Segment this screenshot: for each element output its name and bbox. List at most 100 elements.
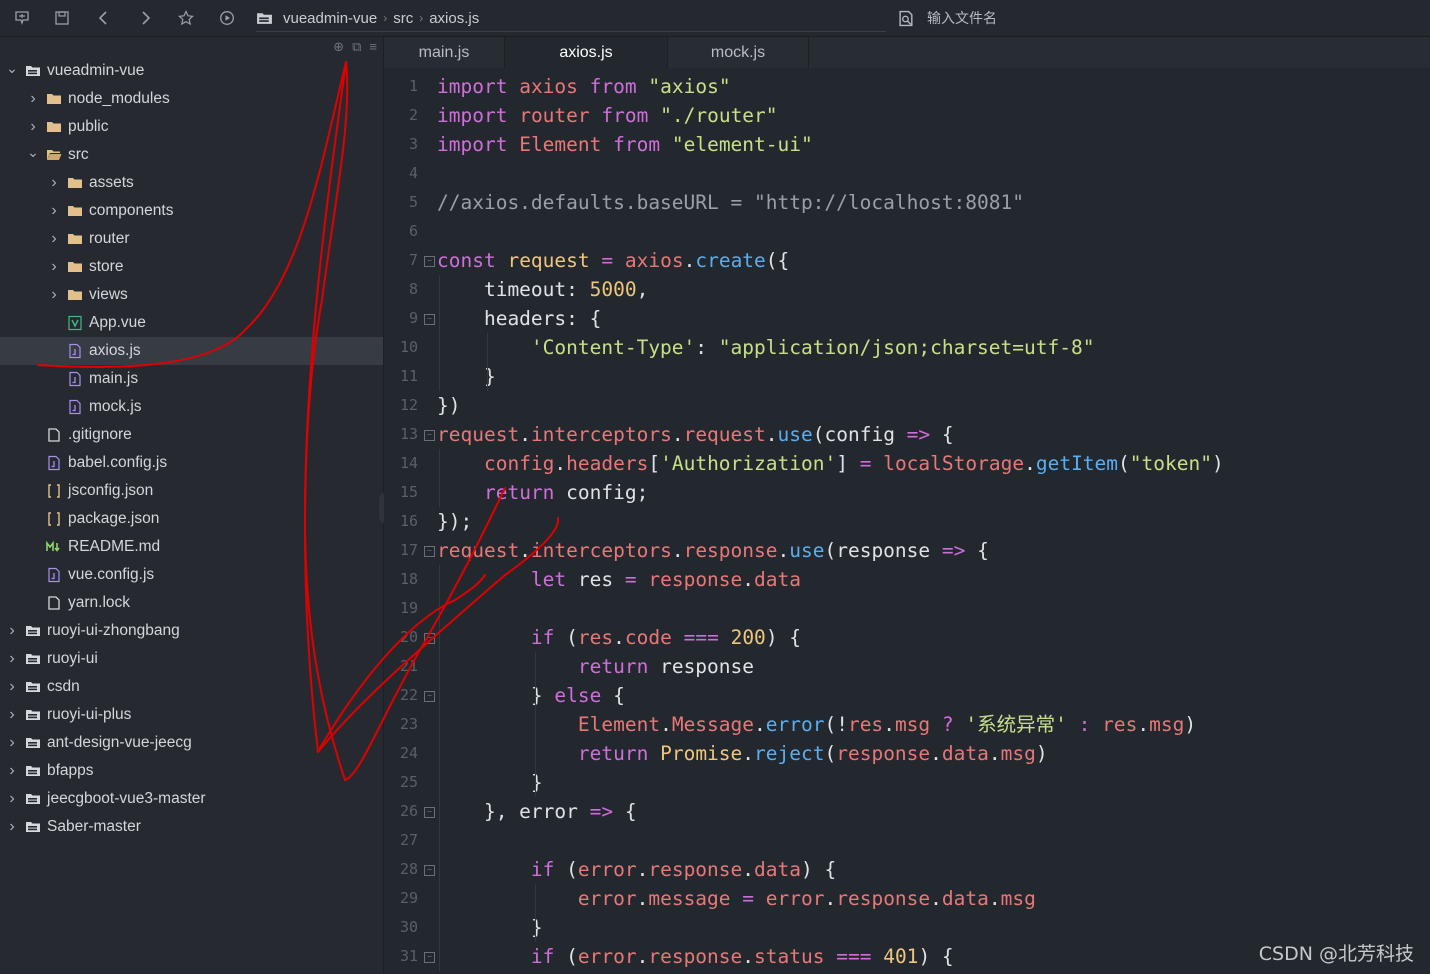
- chevron-down-icon[interactable]: ⌄: [6, 60, 18, 77]
- js-file-icon: [66, 371, 84, 387]
- chevron-right-icon[interactable]: ›: [6, 650, 18, 668]
- chevron-right-icon[interactable]: ›: [6, 678, 18, 696]
- code-token: .: [754, 713, 766, 736]
- sidebar-tools: ⊕ ⧉ ≡: [333, 39, 377, 55]
- tree-item[interactable]: › Saber-master: [0, 813, 383, 841]
- code-editor[interactable]: 1 import axios from "axios" 2 import router…: [384, 68, 1430, 974]
- run-icon[interactable]: [217, 8, 237, 28]
- collapse-all-icon[interactable]: ⧉: [352, 39, 361, 55]
- fold-toggle-icon[interactable]: −: [424, 865, 435, 876]
- project-icon: [24, 63, 42, 79]
- tree-item[interactable]: ⌄ src: [0, 141, 383, 169]
- fold-toggle-icon[interactable]: −: [424, 633, 435, 644]
- code-token: ===: [836, 945, 872, 968]
- fold-toggle-icon[interactable]: −: [424, 256, 435, 267]
- code-token: request: [437, 423, 520, 446]
- save-icon[interactable]: [52, 8, 72, 28]
- forward-arrow-icon[interactable]: [135, 8, 155, 28]
- tree-item[interactable]: › node_modules: [0, 85, 383, 113]
- fold-toggle-icon[interactable]: −: [424, 430, 435, 441]
- code-token: import: [437, 104, 508, 127]
- breadcrumb-item-folder[interactable]: src: [393, 10, 413, 27]
- file-search-input[interactable]: 输入文件名: [898, 5, 1198, 31]
- tree-item[interactable]: README.md: [0, 533, 383, 561]
- tree-item[interactable]: ⌄ vueadmin-vue: [0, 57, 383, 85]
- code-line: 11 }: [384, 362, 1430, 391]
- chevron-right-icon[interactable]: ›: [6, 706, 18, 724]
- tree-item[interactable]: › ant-design-vue-jeecg: [0, 729, 383, 757]
- tree-item[interactable]: › store: [0, 253, 383, 281]
- fold-toggle-icon[interactable]: −: [424, 691, 435, 702]
- tree-item-label: .gitignore: [68, 426, 132, 443]
- chevron-right-icon[interactable]: ›: [6, 790, 18, 808]
- project-icon: [24, 735, 42, 751]
- code-token: axios: [519, 75, 578, 98]
- folder-icon: [66, 231, 84, 247]
- tree-item[interactable]: › jeecgboot-vue3-master: [0, 785, 383, 813]
- chevron-down-icon[interactable]: ⌄: [27, 144, 39, 161]
- menu-icon[interactable]: ≡: [369, 39, 377, 55]
- tab-main-js[interactable]: main.js: [384, 37, 505, 68]
- chevron-right-icon[interactable]: ›: [48, 286, 60, 304]
- chevron-right-icon[interactable]: ›: [48, 230, 60, 248]
- tree-item[interactable]: vue.config.js: [0, 561, 383, 589]
- chevron-right-icon[interactable]: ›: [6, 762, 18, 780]
- tree-item[interactable]: › csdn: [0, 673, 383, 701]
- chevron-right-icon[interactable]: ›: [6, 818, 18, 836]
- export-icon[interactable]: [12, 8, 32, 28]
- code-token: interceptors: [530, 539, 672, 562]
- code-token: =: [859, 452, 872, 475]
- tree-item[interactable]: babel.config.js: [0, 449, 383, 477]
- tree-item[interactable]: axios.js: [0, 337, 383, 365]
- fold-toggle-icon[interactable]: −: [424, 546, 435, 557]
- locate-icon[interactable]: ⊕: [333, 39, 344, 55]
- chevron-right-icon[interactable]: ›: [6, 734, 18, 752]
- tree-item[interactable]: main.js: [0, 365, 383, 393]
- chevron-right-icon[interactable]: ›: [27, 90, 39, 108]
- tree-item[interactable]: .gitignore: [0, 421, 383, 449]
- tab-axios-js[interactable]: axios.js: [505, 37, 668, 68]
- fold-toggle-icon[interactable]: −: [424, 314, 435, 325]
- code-token: ) {: [918, 945, 954, 968]
- tree-item[interactable]: › views: [0, 281, 383, 309]
- tab-label: axios.js: [559, 43, 613, 61]
- js-file-icon: [45, 455, 63, 471]
- chevron-right-icon[interactable]: ›: [27, 118, 39, 136]
- chevron-right-icon[interactable]: ›: [48, 258, 60, 276]
- chevron-right-icon[interactable]: ›: [48, 202, 60, 220]
- back-arrow-icon[interactable]: [94, 8, 114, 28]
- tree-item[interactable]: › ruoyi-ui: [0, 645, 383, 673]
- star-icon[interactable]: [176, 8, 196, 28]
- code-token: }: [437, 916, 543, 939]
- tab-mock-js[interactable]: mock.js: [668, 37, 809, 68]
- tree-item[interactable]: jsconfig.json: [0, 477, 383, 505]
- tree-item[interactable]: › public: [0, 113, 383, 141]
- tree-item[interactable]: › bfapps: [0, 757, 383, 785]
- line-number: 2: [408, 106, 418, 124]
- tree-item[interactable]: App.vue: [0, 309, 383, 337]
- fold-toggle-icon[interactable]: −: [424, 807, 435, 818]
- fold-toggle-icon[interactable]: −: [424, 952, 435, 963]
- breadcrumb-item-project[interactable]: vueadmin-vue: [283, 10, 377, 27]
- code-token: import: [437, 75, 508, 98]
- code-token: response: [648, 945, 743, 968]
- tree-item[interactable]: yarn.lock: [0, 589, 383, 617]
- tree-item[interactable]: › ruoyi-ui-plus: [0, 701, 383, 729]
- tree-item[interactable]: › assets: [0, 169, 383, 197]
- breadcrumb-item-file[interactable]: axios.js: [429, 10, 479, 27]
- code-token: :: [1078, 713, 1091, 736]
- code-token: =: [624, 568, 637, 591]
- tree-item[interactable]: mock.js: [0, 393, 383, 421]
- tree-item[interactable]: › router: [0, 225, 383, 253]
- tree-item[interactable]: › ruoyi-ui-zhongbang: [0, 617, 383, 645]
- chevron-right-icon[interactable]: ›: [48, 174, 60, 192]
- indent-guide: [535, 884, 536, 942]
- tree-item[interactable]: › components: [0, 197, 383, 225]
- tree-item[interactable]: package.json: [0, 505, 383, 533]
- chevron-right-icon[interactable]: ›: [6, 622, 18, 640]
- code-token: .: [930, 887, 942, 910]
- code-token: 'Content-Type': [530, 336, 696, 359]
- code-token: error: [577, 858, 637, 881]
